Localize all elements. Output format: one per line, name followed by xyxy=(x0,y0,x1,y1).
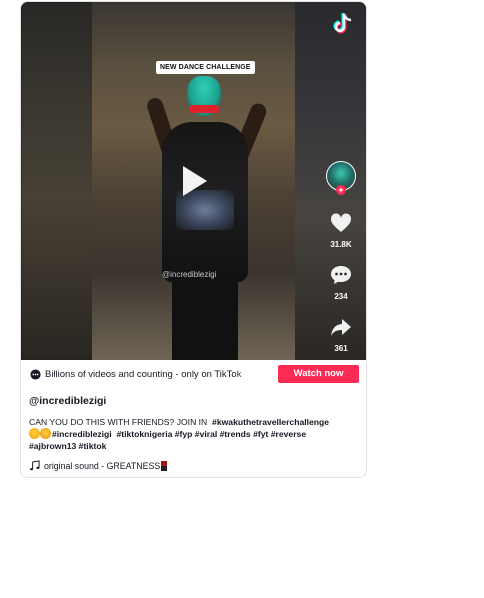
video-overlay-title: NEW DANCE CHALLENGE xyxy=(156,61,255,74)
grinning-face-emoji-icon xyxy=(40,428,51,439)
music-note-icon xyxy=(30,460,40,471)
hashtag-link[interactable]: #incrediblezigi xyxy=(52,429,112,439)
comment-icon[interactable] xyxy=(329,263,353,287)
sound-link[interactable]: original sound - GREATNESS xyxy=(29,460,359,471)
sound-title: original sound - GREATNESS xyxy=(44,460,161,471)
plus-icon[interactable]: + xyxy=(336,185,346,195)
share-icon[interactable] xyxy=(329,315,353,339)
share-count: 361 xyxy=(334,344,348,353)
hashtag-line[interactable]: #ajbrown13 #tiktok xyxy=(29,441,106,451)
video-watermark: @incrediblezigi xyxy=(162,270,217,279)
caption-text: CAN YOU DO THIS WITH FRIENDS? JOIN IN xyxy=(29,417,208,427)
author-username[interactable]: @incrediblezigi xyxy=(29,395,359,407)
action-rail: + 31.8K 234 361 xyxy=(325,161,357,353)
tiktok-logo-icon[interactable] xyxy=(330,11,356,37)
video-player[interactable]: NEW DANCE CHALLENGE @incrediblezigi + 31… xyxy=(21,2,366,360)
dancer-sunglasses xyxy=(189,105,219,113)
promo-bar: Billions of videos and counting - only o… xyxy=(21,360,366,389)
flag-emoji-icon xyxy=(161,460,168,471)
video-blur-left xyxy=(21,2,93,360)
like-count: 31.8K xyxy=(330,240,352,249)
video-meta: @incrediblezigi CAN YOU DO THIS WITH FRI… xyxy=(29,395,359,471)
heart-icon[interactable] xyxy=(329,211,353,235)
creator-avatar[interactable]: + xyxy=(326,161,356,195)
like-action[interactable]: 31.8K xyxy=(329,211,353,249)
hashtag-link[interactable]: #kwakuthetravellerchallenge xyxy=(212,417,329,427)
speech-bubble-icon xyxy=(30,369,41,380)
video-caption: CAN YOU DO THIS WITH FRIENDS? JOIN IN #k… xyxy=(29,416,359,452)
watch-now-button[interactable]: Watch now xyxy=(278,365,359,383)
hashtag-line[interactable]: #tiktoknigeria #fyp #viral #trends #fyt … xyxy=(116,429,306,439)
play-icon[interactable] xyxy=(183,166,207,196)
dancer-legs xyxy=(172,277,238,360)
hot-face-emoji-icon xyxy=(29,428,40,439)
promo-text: Billions of videos and counting - only o… xyxy=(45,369,242,380)
shirt-print xyxy=(176,190,234,230)
share-action[interactable]: 361 xyxy=(329,315,353,353)
video-card: NEW DANCE CHALLENGE @incrediblezigi + 31… xyxy=(20,1,367,478)
comment-count: 234 xyxy=(334,292,348,301)
comment-action[interactable]: 234 xyxy=(329,263,353,301)
